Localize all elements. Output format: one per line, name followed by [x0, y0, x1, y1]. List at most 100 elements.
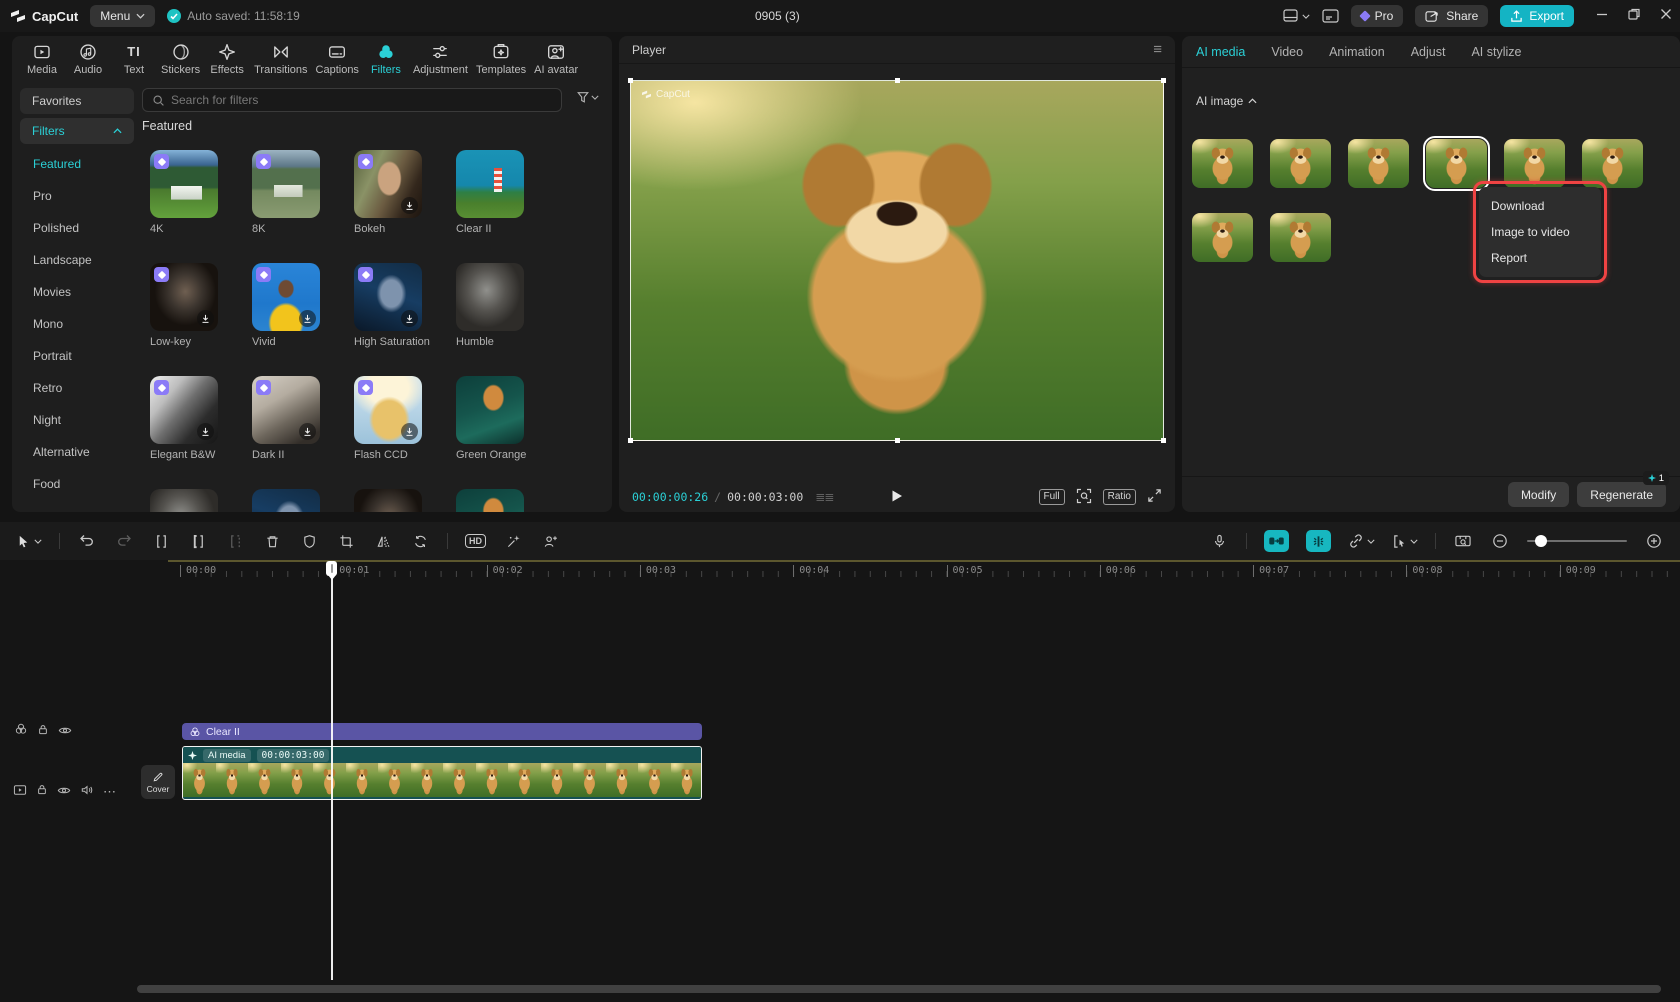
- mirror-button[interactable]: [373, 531, 393, 551]
- ribbon-tab-stickers[interactable]: Stickers: [158, 42, 203, 76]
- rotate-button[interactable]: [410, 531, 430, 551]
- preview-snap-toggle[interactable]: [1306, 530, 1331, 552]
- ribbon-tab-captions[interactable]: Captions: [313, 42, 362, 76]
- filter-thumbnail[interactable]: [252, 150, 320, 218]
- magic-tools-button[interactable]: [503, 531, 523, 551]
- undo-button[interactable]: [77, 531, 97, 551]
- download-icon[interactable]: [197, 423, 214, 440]
- ai-panel-tab-ai-stylize[interactable]: AI stylize: [1471, 45, 1521, 59]
- export-button[interactable]: Export: [1500, 5, 1574, 27]
- link-button[interactable]: [1348, 533, 1375, 549]
- frame-view-icon[interactable]: ≣≣: [815, 490, 833, 504]
- modify-button[interactable]: Modify: [1508, 482, 1569, 507]
- auto-ripple-toggle[interactable]: [1264, 530, 1289, 552]
- sidebar-item-movies[interactable]: Movies: [20, 276, 134, 308]
- ai-panel-tab-ai-media[interactable]: AI media: [1196, 45, 1245, 59]
- filter-card-humble[interactable]: Humble: [456, 263, 524, 348]
- filter-thumbnail[interactable]: [150, 376, 218, 444]
- filter-card-vivid[interactable]: Vivid: [252, 263, 320, 348]
- search-input[interactable]: Search for filters: [142, 88, 562, 112]
- ai-image-thumbnail[interactable]: [1192, 213, 1253, 262]
- ribbon-tab-aiavatar[interactable]: AI avatar: [531, 42, 581, 76]
- filter-card-clear-ii[interactable]: Clear II: [456, 150, 524, 235]
- play-button[interactable]: [891, 489, 904, 506]
- hd-button[interactable]: HD: [465, 534, 486, 548]
- more-icon[interactable]: ⋯: [103, 784, 117, 800]
- ribbon-tab-filters[interactable]: Filters: [364, 42, 408, 76]
- eye-icon[interactable]: [57, 783, 71, 801]
- select-tool-button[interactable]: [16, 534, 42, 549]
- timeline-zoom-slider[interactable]: [1527, 540, 1627, 542]
- ai-panel-tab-video[interactable]: Video: [1271, 45, 1303, 59]
- ratio-button[interactable]: Ratio: [1103, 489, 1136, 505]
- sidebar-item-night[interactable]: Night: [20, 404, 134, 436]
- filter-card-high-saturation[interactable]: High Saturation: [354, 263, 422, 348]
- share-button[interactable]: Share: [1415, 5, 1488, 27]
- minimize-button[interactable]: [1596, 7, 1608, 25]
- player-menu-icon[interactable]: ≡: [1153, 41, 1162, 58]
- filter-thumbnail[interactable]: [354, 263, 422, 331]
- download-icon[interactable]: [401, 310, 418, 327]
- ai-image-group[interactable]: AI image: [1196, 94, 1257, 108]
- filter-thumbnail[interactable]: [252, 263, 320, 331]
- lock-icon[interactable]: [37, 723, 49, 741]
- filter-thumbnail[interactable]: [150, 489, 218, 512]
- ribbon-tab-media[interactable]: Media: [20, 42, 64, 76]
- restore-button[interactable]: [1628, 7, 1640, 25]
- focus-button[interactable]: [1076, 488, 1092, 507]
- download-icon[interactable]: [299, 423, 316, 440]
- sidebar-item-food[interactable]: Food: [20, 468, 134, 500]
- resize-handle[interactable]: [628, 438, 633, 443]
- redo-button[interactable]: [114, 531, 134, 551]
- sidebar-item-polished[interactable]: Polished: [20, 212, 134, 244]
- sidebar-item-favorites[interactable]: Favorites: [20, 88, 134, 114]
- video-preview[interactable]: CapCut: [630, 80, 1164, 441]
- ribbon-tab-templates[interactable]: Templates: [473, 42, 529, 76]
- lock-icon[interactable]: [36, 783, 48, 801]
- eye-icon[interactable]: [58, 723, 72, 741]
- preview-frames-button[interactable]: [1453, 531, 1473, 551]
- record-voiceover-button[interactable]: [1209, 531, 1229, 551]
- ai-image-thumbnail[interactable]: [1192, 139, 1253, 188]
- filter-card-bokeh[interactable]: Bokeh: [354, 150, 422, 235]
- zoom-in-button[interactable]: [1644, 531, 1664, 551]
- filter-card-dark-ii[interactable]: Dark II: [252, 376, 320, 461]
- filter-thumbnail[interactable]: [456, 489, 524, 512]
- filter-thumbnail[interactable]: [150, 150, 218, 218]
- timeline-ruler[interactable]: 00:0000:0100:0200:0300:0400:0500:0600:07…: [168, 562, 1680, 582]
- ai-panel-tab-animation[interactable]: Animation: [1329, 45, 1385, 59]
- crop-button[interactable]: [336, 531, 356, 551]
- mask-button[interactable]: [299, 531, 319, 551]
- zoom-out-button[interactable]: [1490, 531, 1510, 551]
- filter-thumbnail[interactable]: [354, 150, 422, 218]
- ribbon-tab-transitions[interactable]: Transitions: [251, 42, 310, 76]
- select-clip-mode-button[interactable]: [1392, 534, 1418, 549]
- filter-card[interactable]: [150, 489, 218, 512]
- sidebar-item-portrait[interactable]: Portrait: [20, 340, 134, 372]
- adjust-panel-icon[interactable]: [1322, 9, 1339, 23]
- playhead-handle[interactable]: [326, 561, 337, 576]
- ai-image-thumbnail[interactable]: [1270, 139, 1331, 188]
- ai-image-thumbnail[interactable]: [1348, 139, 1409, 188]
- filter-funnel-button[interactable]: [576, 91, 599, 104]
- resize-handle[interactable]: [1161, 78, 1166, 83]
- fullscreen-button[interactable]: [1147, 488, 1162, 506]
- zoom-slider-knob[interactable]: [1535, 535, 1547, 547]
- filter-card-elegant-b-w[interactable]: Elegant B&W: [150, 376, 218, 461]
- menu-item-report[interactable]: Report: [1479, 245, 1601, 271]
- ribbon-tab-adjustment[interactable]: Adjustment: [410, 42, 471, 76]
- filter-thumbnail[interactable]: [150, 263, 218, 331]
- filter-card-4k[interactable]: 4K: [150, 150, 218, 235]
- horizontal-scrollbar[interactable]: [137, 985, 1661, 993]
- resize-handle[interactable]: [628, 78, 633, 83]
- filter-card-green-orange[interactable]: Green Orange: [456, 376, 524, 461]
- filter-card[interactable]: [456, 489, 524, 512]
- menu-item-image-to-video[interactable]: Image to video: [1479, 219, 1601, 245]
- filter-thumbnail[interactable]: [354, 376, 422, 444]
- delete-right-button[interactable]: [225, 531, 245, 551]
- full-button[interactable]: Full: [1039, 489, 1065, 505]
- filter-card[interactable]: [252, 489, 320, 512]
- download-icon[interactable]: [299, 310, 316, 327]
- filter-thumbnail[interactable]: [456, 150, 524, 218]
- filter-thumbnail[interactable]: [252, 489, 320, 512]
